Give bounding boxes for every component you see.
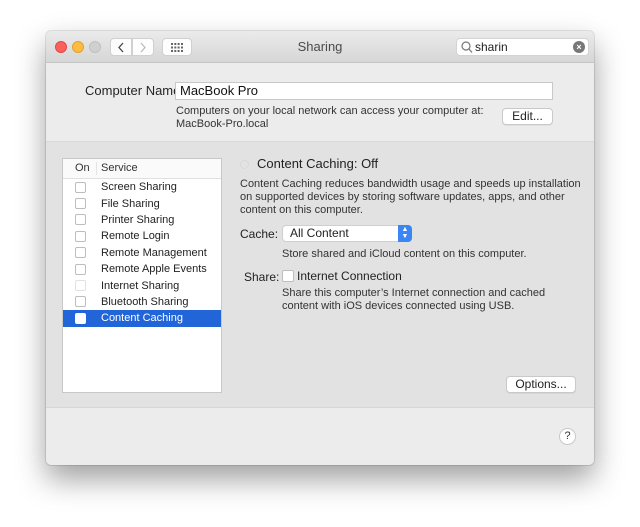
service-row[interactable]: Remote Login xyxy=(63,228,221,244)
network-access-text: Computers on your local network can acce… xyxy=(176,105,484,131)
access-description: Computers on your local network can acce… xyxy=(176,105,484,117)
options-button[interactable]: Options... xyxy=(506,376,576,393)
edit-hostname-button[interactable]: Edit... xyxy=(502,108,553,125)
services-list: Screen Sharing File Sharing Printer Sharin… xyxy=(63,179,221,327)
column-header-service[interactable]: Service xyxy=(97,159,138,178)
cache-label: Cache: xyxy=(240,227,279,241)
service-row[interactable]: Remote Management xyxy=(63,245,221,261)
local-hostname: MacBook-Pro.local xyxy=(176,118,269,130)
service-checkbox[interactable] xyxy=(75,181,86,193)
sharing-window: Sharing sharin × Computer Name: MacBook … xyxy=(46,31,594,465)
service-checkbox[interactable] xyxy=(75,263,86,275)
share-label: Share: xyxy=(244,270,280,284)
title-bar: Sharing sharin × xyxy=(46,31,594,63)
service-name: Internet Sharing xyxy=(101,279,180,292)
search-input[interactable]: sharin xyxy=(475,40,508,54)
computer-name-label: Computer Name: xyxy=(85,83,184,98)
cache-note: Store shared and iCloud content on this … xyxy=(282,248,527,260)
cache-popup[interactable]: All Content ▲ ▼ xyxy=(282,225,412,242)
service-name: File Sharing xyxy=(101,197,160,210)
service-checkbox[interactable] xyxy=(75,280,86,292)
status-indicator-icon xyxy=(240,160,249,169)
service-name: Remote Login xyxy=(101,230,170,243)
service-row[interactable]: Printer Sharing xyxy=(63,212,221,228)
help-button[interactable]: ? xyxy=(559,428,576,445)
service-row[interactable]: Content Caching xyxy=(63,310,221,327)
service-name: Remote Management xyxy=(101,246,207,259)
search-field[interactable]: sharin × xyxy=(456,38,589,56)
cache-value: All Content xyxy=(290,226,349,240)
service-row[interactable]: File Sharing xyxy=(63,195,221,211)
service-name: Bluetooth Sharing xyxy=(101,295,189,308)
computer-name-section: Computer Name: MacBook Pro Computers on … xyxy=(46,63,594,142)
magnifier-icon xyxy=(461,41,473,53)
share-note: Share this computer’s Internet connectio… xyxy=(282,287,546,312)
service-name: Content Caching xyxy=(101,312,183,325)
services-section: On Service Screen Sharing File Sharing Pri… xyxy=(46,142,594,408)
service-status: Content Caching: Off xyxy=(257,156,379,171)
service-row[interactable]: Internet Sharing xyxy=(63,277,221,293)
service-name: Printer Sharing xyxy=(101,213,175,226)
service-row[interactable]: Bluetooth Sharing xyxy=(63,294,221,310)
popup-arrows-icon: ▲ ▼ xyxy=(398,225,412,242)
services-table: On Service Screen Sharing File Sharing Pri… xyxy=(62,158,222,393)
service-checkbox[interactable] xyxy=(75,230,86,242)
service-row[interactable]: Remote Apple Events xyxy=(63,261,221,277)
table-header: On Service xyxy=(63,159,221,179)
service-checkbox[interactable] xyxy=(75,198,86,210)
service-row[interactable]: Screen Sharing xyxy=(63,179,221,195)
service-checkbox[interactable] xyxy=(75,312,86,324)
service-checkbox[interactable] xyxy=(75,247,86,259)
clear-search-icon[interactable]: × xyxy=(573,41,585,53)
computer-name-input[interactable]: MacBook Pro xyxy=(175,82,553,100)
internet-connection-checkbox[interactable] xyxy=(282,270,294,282)
service-checkbox[interactable] xyxy=(75,214,86,226)
service-name: Remote Apple Events xyxy=(101,263,207,276)
internet-connection-label[interactable]: Internet Connection xyxy=(297,269,402,283)
column-header-on[interactable]: On xyxy=(63,162,97,175)
service-description: Content Caching reduces bandwidth usage … xyxy=(240,178,581,216)
service-checkbox[interactable] xyxy=(75,296,86,308)
service-name: Screen Sharing xyxy=(101,181,177,194)
